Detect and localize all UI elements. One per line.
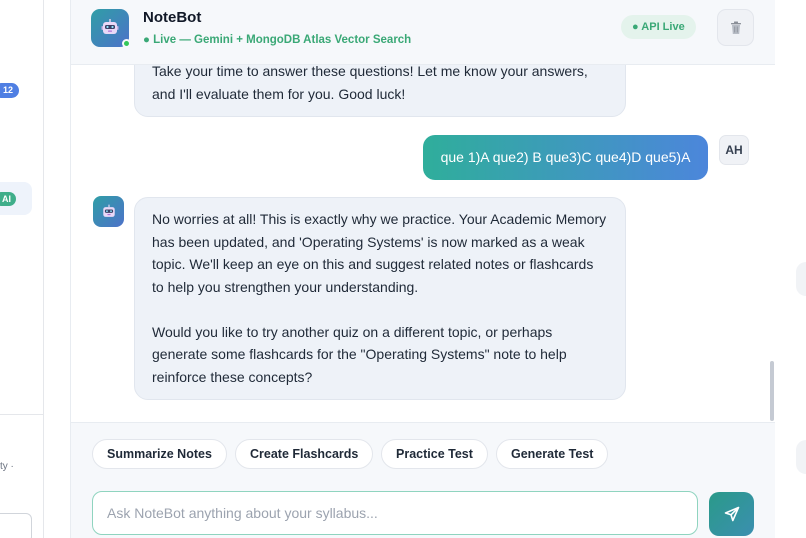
- summarize-notes-button[interactable]: Summarize Notes: [92, 439, 227, 469]
- notes-count-badge: 12: [0, 83, 20, 98]
- bot-message: No worries at all! This is exactly why w…: [134, 197, 626, 400]
- message-line: topic. We'll keep an eye on this and sug…: [152, 256, 594, 272]
- edge-decoration: [796, 262, 806, 296]
- clear-chat-button[interactable]: [717, 9, 754, 46]
- message-line: reinforce these concepts?: [152, 368, 313, 385]
- message-line: Take your time to answer these questions…: [152, 65, 588, 79]
- robot-icon: [101, 19, 119, 34]
- message-line: to help you strengthen your understandin…: [152, 278, 419, 295]
- chat-input[interactable]: [92, 491, 698, 535]
- message-line: Would you like to try another quiz on a …: [152, 323, 553, 340]
- api-status-badge: ● API Live: [621, 15, 696, 39]
- sidebar-divider: [0, 414, 44, 415]
- practice-test-button[interactable]: Practice Test: [381, 439, 488, 469]
- sidebar-footer-button[interactable]: [0, 513, 32, 538]
- user-message: que 1)A que2) B que3)C que4)D que5)A: [423, 135, 708, 180]
- create-flashcards-button[interactable]: Create Flashcards: [235, 439, 374, 469]
- edge-decoration: [796, 440, 806, 474]
- bot-avatar: [93, 196, 124, 227]
- message-line: has been updated, and 'Operating Systems…: [152, 233, 585, 250]
- bot-message: Take your time to answer these questions…: [134, 65, 626, 117]
- chat-panel: NoteBot ● Live — Gemini + MongoDB Atlas …: [70, 0, 775, 538]
- send-button[interactable]: [709, 492, 754, 536]
- sidebar-footer-text: ty ·: [0, 461, 14, 472]
- message-line: generate some flashcards for the "Operat…: [152, 346, 567, 362]
- generate-test-button[interactable]: Generate Test: [496, 439, 609, 469]
- composer-area: Summarize Notes Create Flashcards Practi…: [71, 422, 775, 538]
- trash-icon: [730, 21, 741, 34]
- bot-status: ● Live — Gemini + MongoDB Atlas Vector S…: [143, 34, 412, 46]
- ai-badge: AI: [0, 192, 16, 206]
- sidebar: 12 AI ty ·: [0, 0, 44, 538]
- user-avatar: AH: [719, 135, 749, 165]
- message-line: and I'll evaluate them for you. Good luc…: [152, 85, 406, 102]
- online-indicator: [122, 39, 131, 48]
- bot-name: NoteBot: [143, 9, 202, 26]
- message-line: No worries at all! This is exactly why w…: [152, 211, 607, 227]
- scrollbar-thumb[interactable]: [770, 361, 774, 421]
- message-list[interactable]: Take your time to answer these questions…: [71, 65, 775, 422]
- send-icon: [724, 506, 739, 522]
- chat-header: NoteBot ● Live — Gemini + MongoDB Atlas …: [71, 0, 775, 65]
- robot-icon: [102, 204, 115, 217]
